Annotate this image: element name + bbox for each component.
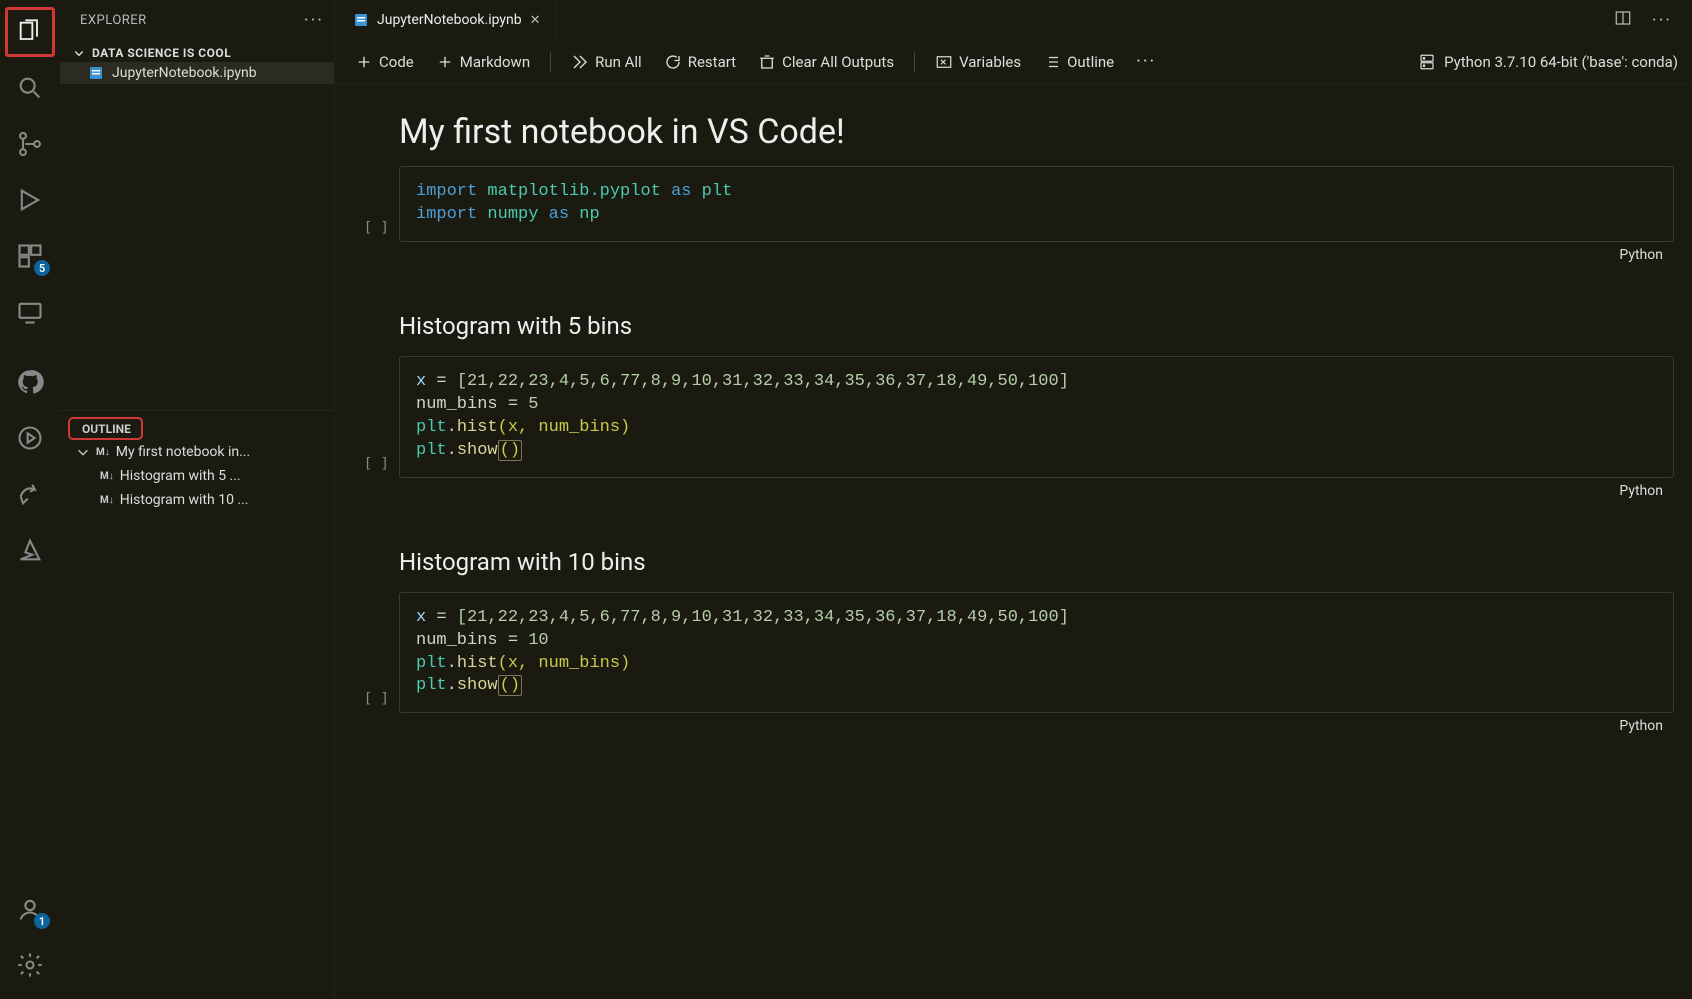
- notebook-body[interactable]: My first notebook in VS Code! [ ] import…: [335, 84, 1692, 999]
- editor: JupyterNotebook.ipynb ✕ ··· Code Markdow…: [335, 0, 1692, 999]
- notebook-toolbar: Code Markdown Run All Restart Clear All …: [335, 40, 1692, 84]
- sidebar-more-icon[interactable]: ···: [304, 10, 324, 31]
- cell-gutter: [ ]: [353, 356, 389, 478]
- add-markdown-button[interactable]: Markdown: [430, 49, 536, 75]
- workspace-label: DATA SCIENCE IS COOL: [92, 46, 231, 60]
- markdown-icon: M↓: [96, 447, 110, 458]
- app-root: 5 1 EXPLORER: [0, 0, 1692, 999]
- activity-github-icon[interactable]: [2, 354, 58, 410]
- activity-azure-icon[interactable]: [2, 522, 58, 578]
- outline-item-2[interactable]: M↓ Histogram with 10 ...: [60, 488, 334, 512]
- sidebar-header: EXPLORER ···: [60, 0, 334, 40]
- run-all-button[interactable]: Run All: [565, 49, 648, 75]
- cell-language-label[interactable]: Python: [1619, 483, 1663, 499]
- outline-item-0[interactable]: M↓ My first notebook in...: [60, 440, 334, 464]
- outline-section: OUTLINE M↓ My first notebook in... M↓ Hi…: [60, 413, 334, 516]
- extensions-badge: 5: [34, 260, 50, 276]
- editor-more-icon[interactable]: ···: [1646, 10, 1678, 31]
- cell-editor[interactable]: import matplotlib.pyplot as plt import n…: [399, 166, 1674, 242]
- activity-debug-icon[interactable]: [2, 172, 58, 228]
- cell-language-label[interactable]: Python: [1619, 718, 1663, 734]
- tab-bar: JupyterNotebook.ipynb ✕ ···: [335, 0, 1692, 40]
- notebook-file-icon: [88, 65, 104, 81]
- editor-tab[interactable]: JupyterNotebook.ipynb ✕: [339, 0, 556, 40]
- outline-item-label: Histogram with 5 ...: [120, 468, 241, 484]
- notebook-heading-1: Histogram with 5 bins: [353, 276, 1674, 356]
- tab-label: JupyterNotebook.ipynb: [377, 12, 522, 28]
- chevron-down-icon: [76, 445, 90, 459]
- activity-share-icon[interactable]: [2, 466, 58, 522]
- explorer-tree: DATA SCIENCE IS COOL JupyterNotebook.ipy…: [60, 40, 334, 410]
- tab-close-icon[interactable]: ✕: [530, 13, 541, 28]
- chevron-down-icon: [72, 46, 86, 60]
- cell-gutter: [ ]: [353, 592, 389, 714]
- markdown-icon: M↓: [100, 495, 114, 506]
- outline-label: OUTLINE: [82, 422, 131, 436]
- activity-extensions-icon[interactable]: 5: [2, 228, 58, 284]
- cell-editor[interactable]: x = [21,22,23,4,5,6,77,8,9,10,31,32,33,3…: [399, 592, 1674, 714]
- add-code-button[interactable]: Code: [349, 49, 420, 75]
- notebook-file-icon: [353, 12, 369, 28]
- outline-item-1[interactable]: M↓ Histogram with 5 ...: [60, 464, 334, 488]
- activity-remote-icon[interactable]: [2, 284, 58, 340]
- outline-button[interactable]: Outline: [1037, 49, 1120, 75]
- toolbar-separator: [550, 52, 551, 72]
- activity-bar: 5 1: [0, 0, 60, 999]
- restart-button[interactable]: Restart: [658, 49, 742, 75]
- sidebar-title: EXPLORER: [80, 13, 147, 28]
- toolbar-separator: [914, 52, 915, 72]
- sidebar: EXPLORER ··· DATA SCIENCE IS COOL Jupyte…: [60, 0, 335, 999]
- notebook-heading-2: Histogram with 10 bins: [353, 512, 1674, 592]
- activity-liveshare-icon[interactable]: [2, 410, 58, 466]
- outline-item-label: Histogram with 10 ...: [120, 492, 249, 508]
- notebook-title: My first notebook in VS Code!: [353, 94, 1674, 166]
- cell-language-label[interactable]: Python: [1619, 247, 1663, 263]
- activity-accounts-icon[interactable]: 1: [2, 881, 58, 937]
- accounts-badge: 1: [34, 913, 50, 929]
- activity-explorer-icon[interactable]: [2, 4, 58, 60]
- sidebar-divider: [60, 410, 334, 411]
- file-label: JupyterNotebook.ipynb: [112, 65, 257, 81]
- clear-all-button[interactable]: Clear All Outputs: [752, 49, 900, 75]
- code-cell-1[interactable]: [ ] import matplotlib.pyplot as plt impo…: [353, 166, 1674, 242]
- activity-search-icon[interactable]: [2, 60, 58, 116]
- outline-header[interactable]: OUTLINE: [68, 417, 143, 440]
- kernel-picker[interactable]: Python 3.7.10 64-bit ('base': conda): [1418, 53, 1678, 71]
- cell-editor[interactable]: x = [21,22,23,4,5,6,77,8,9,10,31,32,33,3…: [399, 356, 1674, 478]
- cell-gutter: [ ]: [353, 166, 389, 242]
- split-editor-icon[interactable]: [1614, 9, 1632, 31]
- server-icon: [1418, 53, 1436, 71]
- markdown-icon: M↓: [100, 471, 114, 482]
- outline-item-label: My first notebook in...: [116, 444, 250, 460]
- toolbar-more-icon[interactable]: ···: [1130, 51, 1162, 72]
- workspace-header[interactable]: DATA SCIENCE IS COOL: [60, 44, 334, 62]
- file-row-jupyter[interactable]: JupyterNotebook.ipynb: [60, 62, 334, 84]
- activity-source-control-icon[interactable]: [2, 116, 58, 172]
- code-cell-2[interactable]: [ ] x = [21,22,23,4,5,6,77,8,9,10,31,32,…: [353, 356, 1674, 478]
- variables-button[interactable]: Variables: [929, 49, 1027, 75]
- code-cell-3[interactable]: [ ] x = [21,22,23,4,5,6,77,8,9,10,31,32,…: [353, 592, 1674, 714]
- kernel-label: Python 3.7.10 64-bit ('base': conda): [1444, 53, 1678, 71]
- activity-settings-gear-icon[interactable]: [2, 937, 58, 993]
